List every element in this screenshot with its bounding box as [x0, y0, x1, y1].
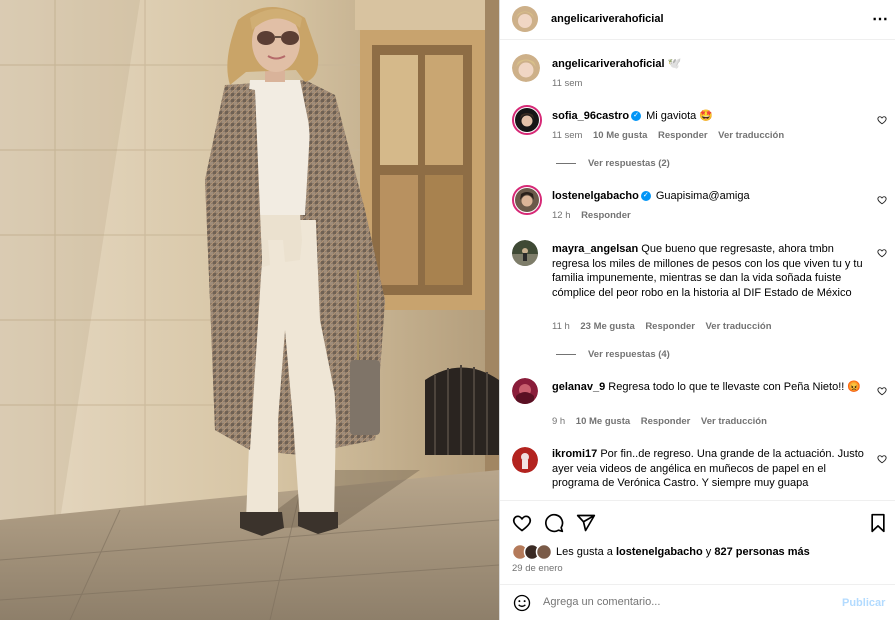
reply-button[interactable]: Responder: [641, 416, 691, 427]
comment-like-heart-icon[interactable]: [877, 195, 887, 205]
reply-button[interactable]: Responder: [645, 321, 695, 332]
comment-time[interactable]: 11 sem: [552, 130, 582, 141]
view-replies-button[interactable]: Ver respuestas (4): [556, 349, 670, 360]
comment-likes[interactable]: 10 Me gusta: [576, 416, 630, 427]
post-photo[interactable]: [0, 0, 499, 620]
replies-line: [556, 353, 576, 355]
comment-meta: 9 h 10 Me gusta Responder Ver traducción: [552, 416, 767, 427]
more-options-icon[interactable]: ⋯: [872, 9, 889, 29]
author-avatar-image: [512, 6, 538, 32]
comment-username[interactable]: lostenelgabacho: [552, 190, 639, 202]
comment-text: Mi gaviota 🤩: [646, 110, 713, 122]
likers-avatars[interactable]: [511, 543, 553, 561]
replies-line: [556, 162, 576, 164]
comment: gelanav_9 Regresa todo lo que te llevast…: [552, 380, 870, 395]
comment-avatar-image: [512, 447, 538, 473]
caption-time[interactable]: 11 sem: [552, 78, 582, 89]
comment-time[interactable]: 9 h: [552, 416, 565, 427]
translate-button[interactable]: Ver traducción: [718, 130, 784, 141]
comment-time[interactable]: 12 h: [552, 210, 571, 221]
comment-username[interactable]: ikromi17: [552, 448, 597, 460]
comment-avatar-image: [515, 108, 539, 132]
comment-likes[interactable]: 10 Me gusta: [593, 130, 647, 141]
comment-meta: 11 sem 10 Me gusta Responder Ver traducc…: [552, 130, 784, 141]
publish-button[interactable]: Publicar: [842, 597, 885, 609]
comment: ikromi17 Por fin..de regreso. Una grande…: [552, 447, 870, 491]
comment-avatar-image: [512, 378, 538, 404]
caption-avatar[interactable]: [512, 54, 540, 82]
comment: mayra_angelsan Que bueno que regresaste,…: [552, 242, 870, 300]
view-replies-label: Ver respuestas (2): [588, 158, 670, 169]
reply-button[interactable]: Responder: [658, 130, 708, 141]
post-actions: Les gusta a lostenelgabacho y 827 person…: [500, 500, 895, 584]
post-image: [0, 0, 499, 620]
likes-summary: Les gusta a lostenelgabacho y 827 person…: [556, 545, 886, 560]
comment-text: Regresa todo lo que te llevaste con Peña…: [608, 381, 862, 393]
comment-like-heart-icon[interactable]: [877, 248, 887, 258]
comment-avatar[interactable]: [512, 185, 542, 215]
caption: angelicariverahoficial 🕊️: [552, 57, 882, 72]
likes-user[interactable]: lostenelgabacho: [616, 546, 703, 558]
bookmark-icon[interactable]: [869, 513, 887, 533]
post-date[interactable]: 29 de enero: [512, 563, 563, 574]
comment: lostenelgabacho ✓ Guapisima@amiga: [552, 189, 872, 204]
comment-username[interactable]: gelanav_9: [552, 381, 605, 393]
comment-username[interactable]: mayra_angelsan: [552, 243, 638, 255]
comment-like-heart-icon[interactable]: [877, 386, 887, 396]
comment-likes[interactable]: 23 Me gusta: [580, 321, 634, 332]
header-username[interactable]: angelicariverahoficial: [551, 13, 664, 25]
post-side-panel: angelicariverahoficial ⋯ angelicariverah…: [499, 0, 895, 620]
post-header: angelicariverahoficial ⋯: [500, 0, 895, 40]
comment-input[interactable]: [543, 593, 823, 611]
comment-avatar[interactable]: [512, 378, 538, 404]
translate-button[interactable]: Ver traducción: [701, 416, 767, 427]
comment-avatar-image: [515, 188, 539, 212]
comment: sofia_96castro ✓ Mi gaviota 🤩: [552, 109, 872, 124]
author-avatar[interactable]: [512, 6, 538, 32]
caption-avatar-image: [512, 54, 540, 82]
verified-badge-icon: ✓: [640, 191, 651, 202]
comment-like-heart-icon[interactable]: [877, 454, 887, 464]
comment-text: Guapisima@amiga: [655, 190, 750, 202]
likes-prefix: Les gusta a: [556, 546, 613, 558]
likes-others[interactable]: 827 personas más: [714, 546, 809, 558]
likers-avatars-image: [511, 543, 553, 561]
comment-meta: 11 h 23 Me gusta Responder Ver traducció…: [552, 321, 772, 332]
caption-text: 🕊️: [667, 58, 682, 70]
comment-time[interactable]: 11 h: [552, 321, 570, 332]
comment-meta: 12 h Responder: [552, 210, 631, 221]
comment-composer: Publicar: [500, 584, 895, 620]
share-icon[interactable]: [576, 513, 596, 533]
comment-avatar[interactable]: [512, 447, 538, 473]
view-replies-button[interactable]: Ver respuestas (2): [556, 158, 670, 169]
likes-connector: y: [705, 546, 712, 558]
comment-avatar-image: [512, 240, 538, 266]
comment-text: Por fin..de regreso. Una grande de la ac…: [552, 448, 864, 490]
comment-avatar[interactable]: [512, 240, 538, 266]
emoji-icon[interactable]: [513, 594, 531, 612]
comment-avatar[interactable]: [512, 105, 542, 135]
heart-icon[interactable]: [512, 513, 532, 533]
comment-username[interactable]: sofia_96castro: [552, 110, 629, 122]
translate-button[interactable]: Ver traducción: [706, 321, 772, 332]
caption-username[interactable]: angelicariverahoficial: [552, 58, 665, 70]
verified-badge-icon: ✓: [631, 111, 642, 122]
comment-icon[interactable]: [544, 513, 564, 533]
reply-button[interactable]: Responder: [581, 210, 631, 221]
view-replies-label: Ver respuestas (4): [588, 349, 670, 360]
comment-like-heart-icon[interactable]: [877, 115, 887, 125]
